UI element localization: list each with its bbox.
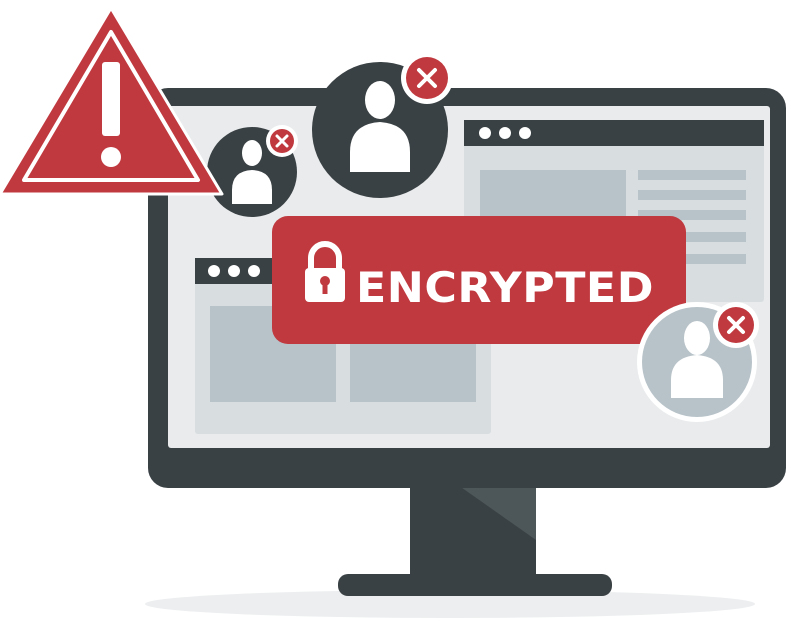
window-dot-1 xyxy=(479,127,491,139)
badge-label: ENCRYPTED xyxy=(356,263,654,312)
close-icon xyxy=(401,52,453,104)
text-line xyxy=(638,190,746,200)
encrypted-badge: ENCRYPTED xyxy=(272,216,686,344)
close-icon xyxy=(266,125,298,157)
ransomware-illustration: ENCRYPTED xyxy=(0,6,786,618)
window-dot-3 xyxy=(519,127,531,139)
text-line xyxy=(638,170,746,180)
window-dot-1 xyxy=(208,265,220,277)
monitor-stand-base xyxy=(338,574,612,596)
close-icon xyxy=(713,302,759,348)
window-dot-3 xyxy=(248,265,260,277)
exclamation-bar xyxy=(102,62,120,136)
window-dot-2 xyxy=(499,127,511,139)
window-dot-2 xyxy=(228,265,240,277)
exclamation-dot xyxy=(101,147,121,167)
